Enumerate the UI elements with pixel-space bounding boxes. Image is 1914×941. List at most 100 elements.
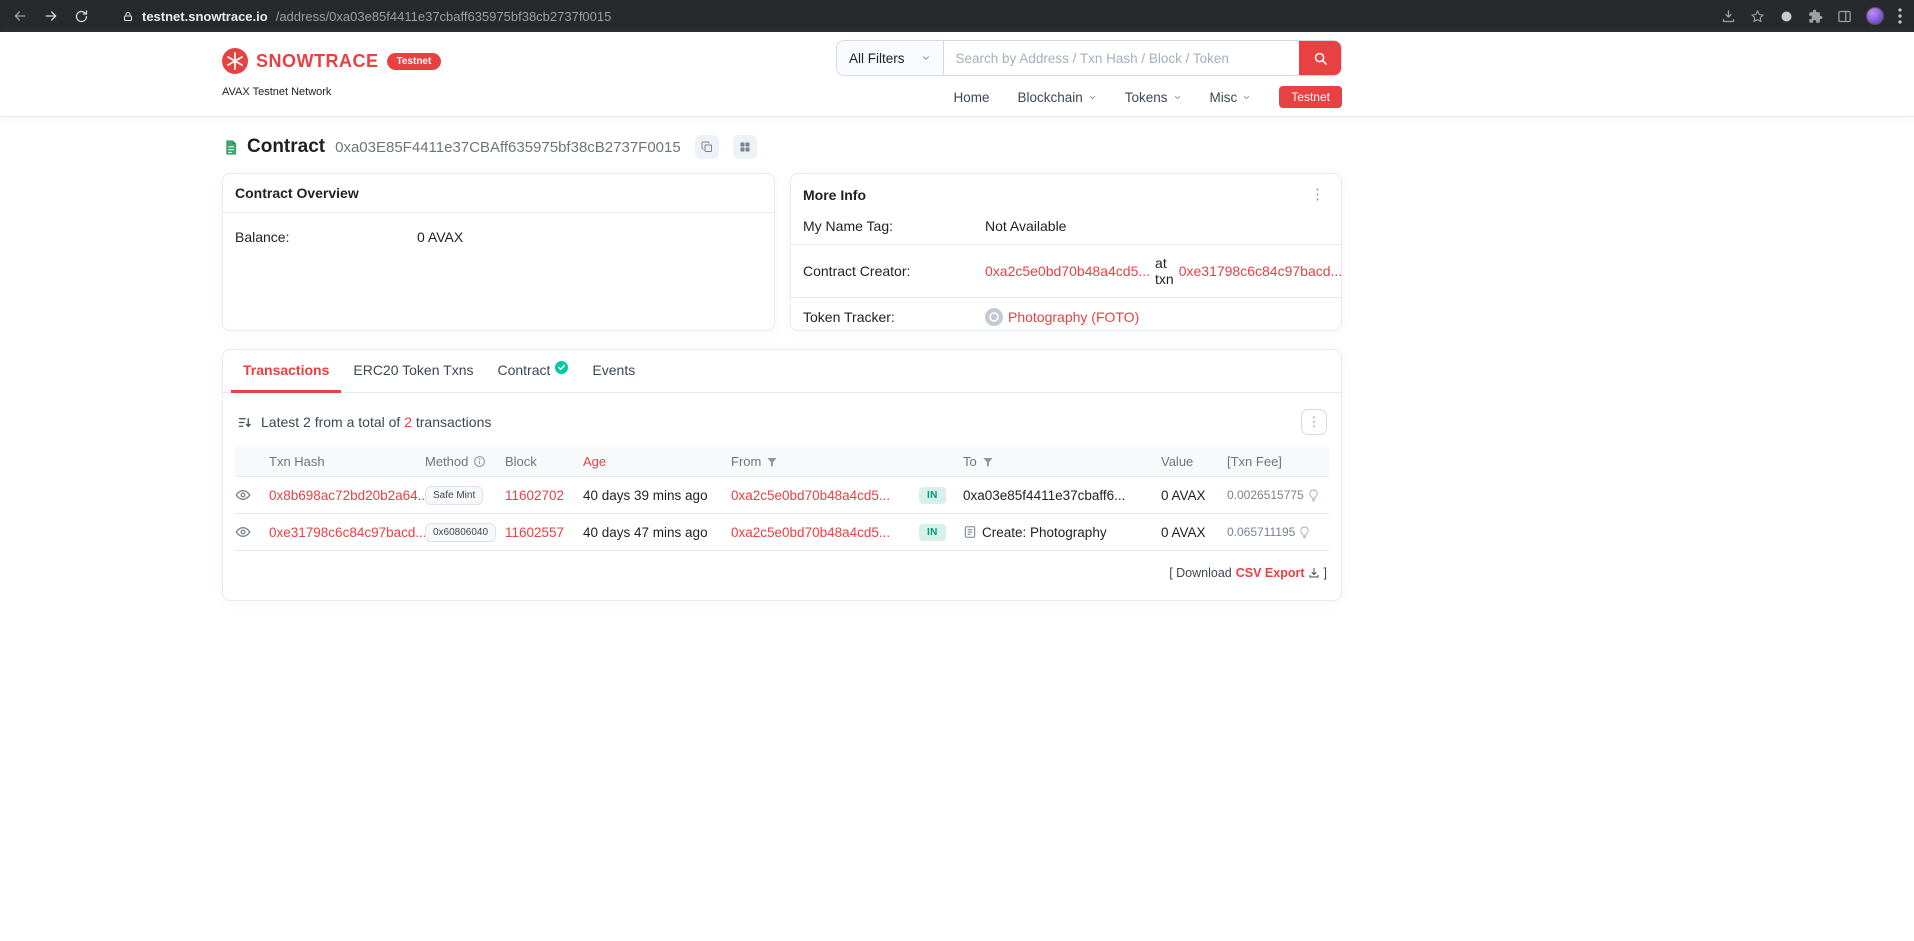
balance-label: Balance:	[235, 229, 290, 245]
browser-reload-button[interactable]	[74, 9, 89, 24]
token-logo-icon	[985, 308, 1003, 326]
browser-profile-avatar[interactable]	[1866, 7, 1884, 25]
col-age-toggle[interactable]: Age	[583, 454, 606, 469]
summary-prefix: Latest 2 from a total of	[261, 414, 401, 430]
summary-suffix: transactions	[415, 414, 492, 430]
chevron-down-icon	[1174, 95, 1180, 99]
tab-transactions-label: Transactions	[243, 362, 330, 378]
chevron-down-icon	[1089, 95, 1095, 99]
download-icon	[1309, 568, 1319, 578]
txn-hash-link[interactable]: 0x8b698ac72bd20b2a64...	[269, 488, 429, 503]
extensions-button[interactable]	[1808, 9, 1823, 24]
nav-item-home[interactable]: Home	[953, 90, 989, 105]
nav-item-blockchain[interactable]: Blockchain	[1017, 90, 1096, 105]
browser-forward-button[interactable]	[43, 8, 59, 24]
table-row: 0x8b698ac72bd20b2a64... Safe Mint 116027…	[235, 477, 1329, 514]
address-bar[interactable]: testnet.snowtrace.io/address/0xa03e85f44…	[122, 9, 611, 24]
browser-toolbar-right	[1721, 7, 1902, 25]
name-tag-label: My Name Tag:	[803, 218, 893, 234]
filter-funnel-icon	[767, 457, 777, 467]
download-tray-icon	[1722, 9, 1735, 22]
qr-code-button[interactable]	[732, 135, 757, 159]
browser-menu-button[interactable]	[1898, 8, 1902, 24]
txn-value: 0 AVAX	[1161, 524, 1206, 540]
network-label: AVAX Testnet Network	[222, 86, 332, 98]
info-icon[interactable]	[473, 455, 486, 468]
chevron-down-icon	[1244, 95, 1250, 99]
brand-block: SNOWTRACE Testnet AVAX Testnet Network	[222, 40, 442, 98]
contract-overview-card: Contract Overview Balance: 0 AVAX	[222, 173, 775, 331]
creator-txn-link[interactable]: 0xe31798c6c84c97bacd...	[1179, 263, 1342, 279]
search-filter-select[interactable]: All Filters	[837, 41, 944, 75]
col-method: Method	[425, 454, 469, 469]
nav-misc-label: Misc	[1209, 89, 1238, 105]
tab-erc20-label: ERC20 Token Txns	[353, 362, 474, 378]
contract-icon	[226, 139, 237, 155]
bookmark-button[interactable]	[1750, 9, 1765, 24]
url-path: /address/0xa03e85f4411e37cbaff635975bf38…	[275, 8, 612, 24]
nav-item-misc[interactable]: Misc	[1210, 90, 1252, 105]
gas-bulb-icon	[1300, 526, 1309, 538]
network-switch-button[interactable]: Testnet	[1279, 86, 1342, 108]
csv-export-label: CSV Export	[1235, 566, 1305, 580]
from-filter-button[interactable]	[766, 456, 778, 468]
block-link[interactable]: 11602702	[505, 488, 564, 503]
col-block: Block	[505, 454, 537, 469]
table-row: 0xe31798c6c84c97bacd... 0x60806040 11602…	[235, 514, 1329, 551]
contract-creator-label: Contract Creator:	[803, 263, 911, 279]
nav-home-label: Home	[953, 89, 990, 105]
preview-txn-button[interactable]	[235, 524, 251, 540]
tab-events[interactable]: Events	[580, 350, 647, 393]
token-tracker-link[interactable]: Photography (FOTO)	[1008, 309, 1139, 325]
lock-icon	[123, 11, 133, 21]
to-address: Create: Photography	[982, 524, 1107, 540]
preview-txn-button[interactable]	[235, 487, 251, 503]
download-suffix: ]	[1323, 566, 1327, 580]
contract-creation-icon	[964, 526, 976, 538]
tab-erc20-token-txns[interactable]: ERC20 Token Txns	[341, 350, 485, 393]
to-address: 0xa03e85f4411e37cbaff6...	[963, 487, 1126, 503]
col-to: To	[963, 454, 977, 469]
copy-icon	[701, 141, 712, 152]
csv-export-link[interactable]: CSV Export	[1236, 566, 1320, 580]
more-info-menu-button[interactable]: ⋮	[1306, 185, 1329, 204]
txn-hash-link[interactable]: 0xe31798c6c84c97bacd...	[269, 525, 427, 540]
from-address-link[interactable]: 0xa2c5e0bd70b48a4cd5...	[731, 488, 890, 503]
more-info-card: More Info ⋮ My Name Tag: Not Available C…	[790, 173, 1342, 331]
summary-count: 2	[404, 414, 412, 430]
snowflake-logo-icon	[222, 48, 248, 74]
qr-grid-icon	[740, 142, 750, 152]
nav-tokens-label: Tokens	[1124, 89, 1168, 105]
at-txn-text: at txn	[1155, 255, 1174, 287]
to-filter-button[interactable]	[982, 456, 994, 468]
snowtrace-logo-link[interactable]: SNOWTRACE	[222, 48, 379, 74]
block-link[interactable]: 11602557	[505, 525, 564, 540]
transactions-card: Transactions ERC20 Token Txns Contract E…	[222, 349, 1342, 601]
search-input[interactable]	[943, 41, 1299, 75]
col-value: Value	[1161, 454, 1194, 469]
name-tag-row: My Name Tag: Not Available	[791, 208, 1341, 245]
search-button[interactable]	[1299, 41, 1341, 75]
back-arrow-icon	[14, 11, 26, 21]
gas-bulb-icon	[1309, 489, 1318, 501]
eye-icon	[235, 489, 251, 501]
puzzle-icon	[1809, 9, 1823, 23]
nav-item-tokens[interactable]: Tokens	[1125, 90, 1182, 105]
transactions-menu-button[interactable]: ⋮	[1301, 409, 1327, 435]
brand-name: SNOWTRACE	[256, 50, 379, 71]
reload-icon	[75, 9, 88, 22]
header-right: All Filters Home Blockchain Tokens	[836, 40, 1342, 108]
search-bar: All Filters	[836, 40, 1342, 76]
tab-transactions[interactable]: Transactions	[231, 350, 342, 393]
split-view-button[interactable]	[1837, 9, 1852, 24]
tab-contract[interactable]: Contract	[485, 350, 580, 393]
token-tracker-label: Token Tracker:	[803, 309, 895, 325]
creator-address-link[interactable]: 0xa2c5e0bd70b48a4cd5...	[985, 263, 1150, 279]
search-icon	[1314, 52, 1327, 65]
from-address-link[interactable]: 0xa2c5e0bd70b48a4cd5...	[731, 525, 890, 540]
browser-back-button[interactable]	[12, 8, 28, 24]
copy-address-button[interactable]	[694, 135, 719, 159]
extension-shortcut-button[interactable]	[1779, 9, 1794, 24]
install-app-button[interactable]	[1721, 9, 1736, 24]
page-title-row: Contract 0xa03E85F4411e37CBAff635975bf38…	[222, 135, 1342, 159]
